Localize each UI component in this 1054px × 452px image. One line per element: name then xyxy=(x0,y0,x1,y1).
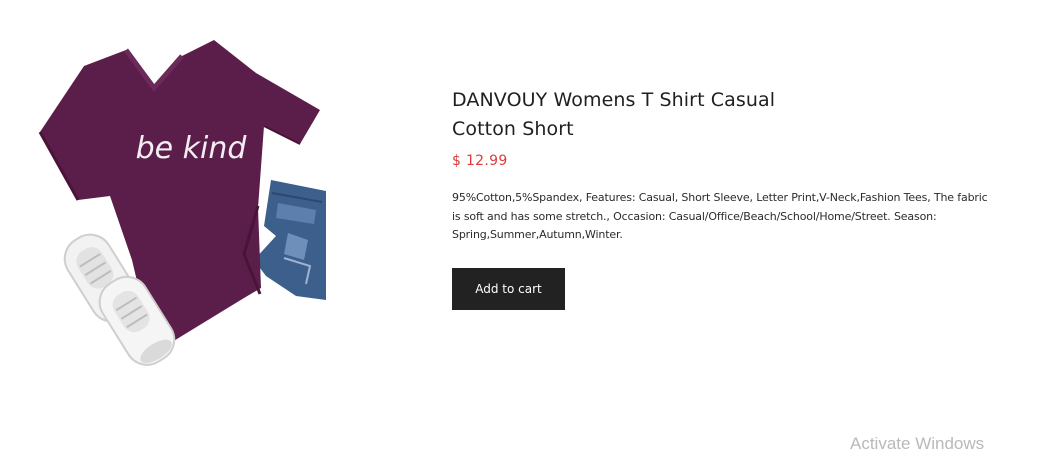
product-page: be kind DANVOUY Womens T Shirt Casual Co… xyxy=(0,0,1054,452)
activate-windows-watermark: Activate Windows xyxy=(850,434,985,452)
product-info: DANVOUY Womens T Shirt Casual Cotton Sho… xyxy=(452,86,997,310)
product-description: 95%Cotton,5%Spandex, Features: Casual, S… xyxy=(452,191,988,241)
product-title: DANVOUY Womens T Shirt Casual Cotton Sho… xyxy=(452,89,776,140)
add-to-cart-button[interactable]: Add to cart xyxy=(452,267,565,310)
shirt-print-text: be kind xyxy=(136,131,248,166)
t-shirt-illustration: be kind xyxy=(38,40,326,366)
jeans-illustration xyxy=(254,180,326,300)
product-image[interactable]: be kind xyxy=(26,28,338,368)
product-price: $ 12.99 xyxy=(452,153,508,169)
